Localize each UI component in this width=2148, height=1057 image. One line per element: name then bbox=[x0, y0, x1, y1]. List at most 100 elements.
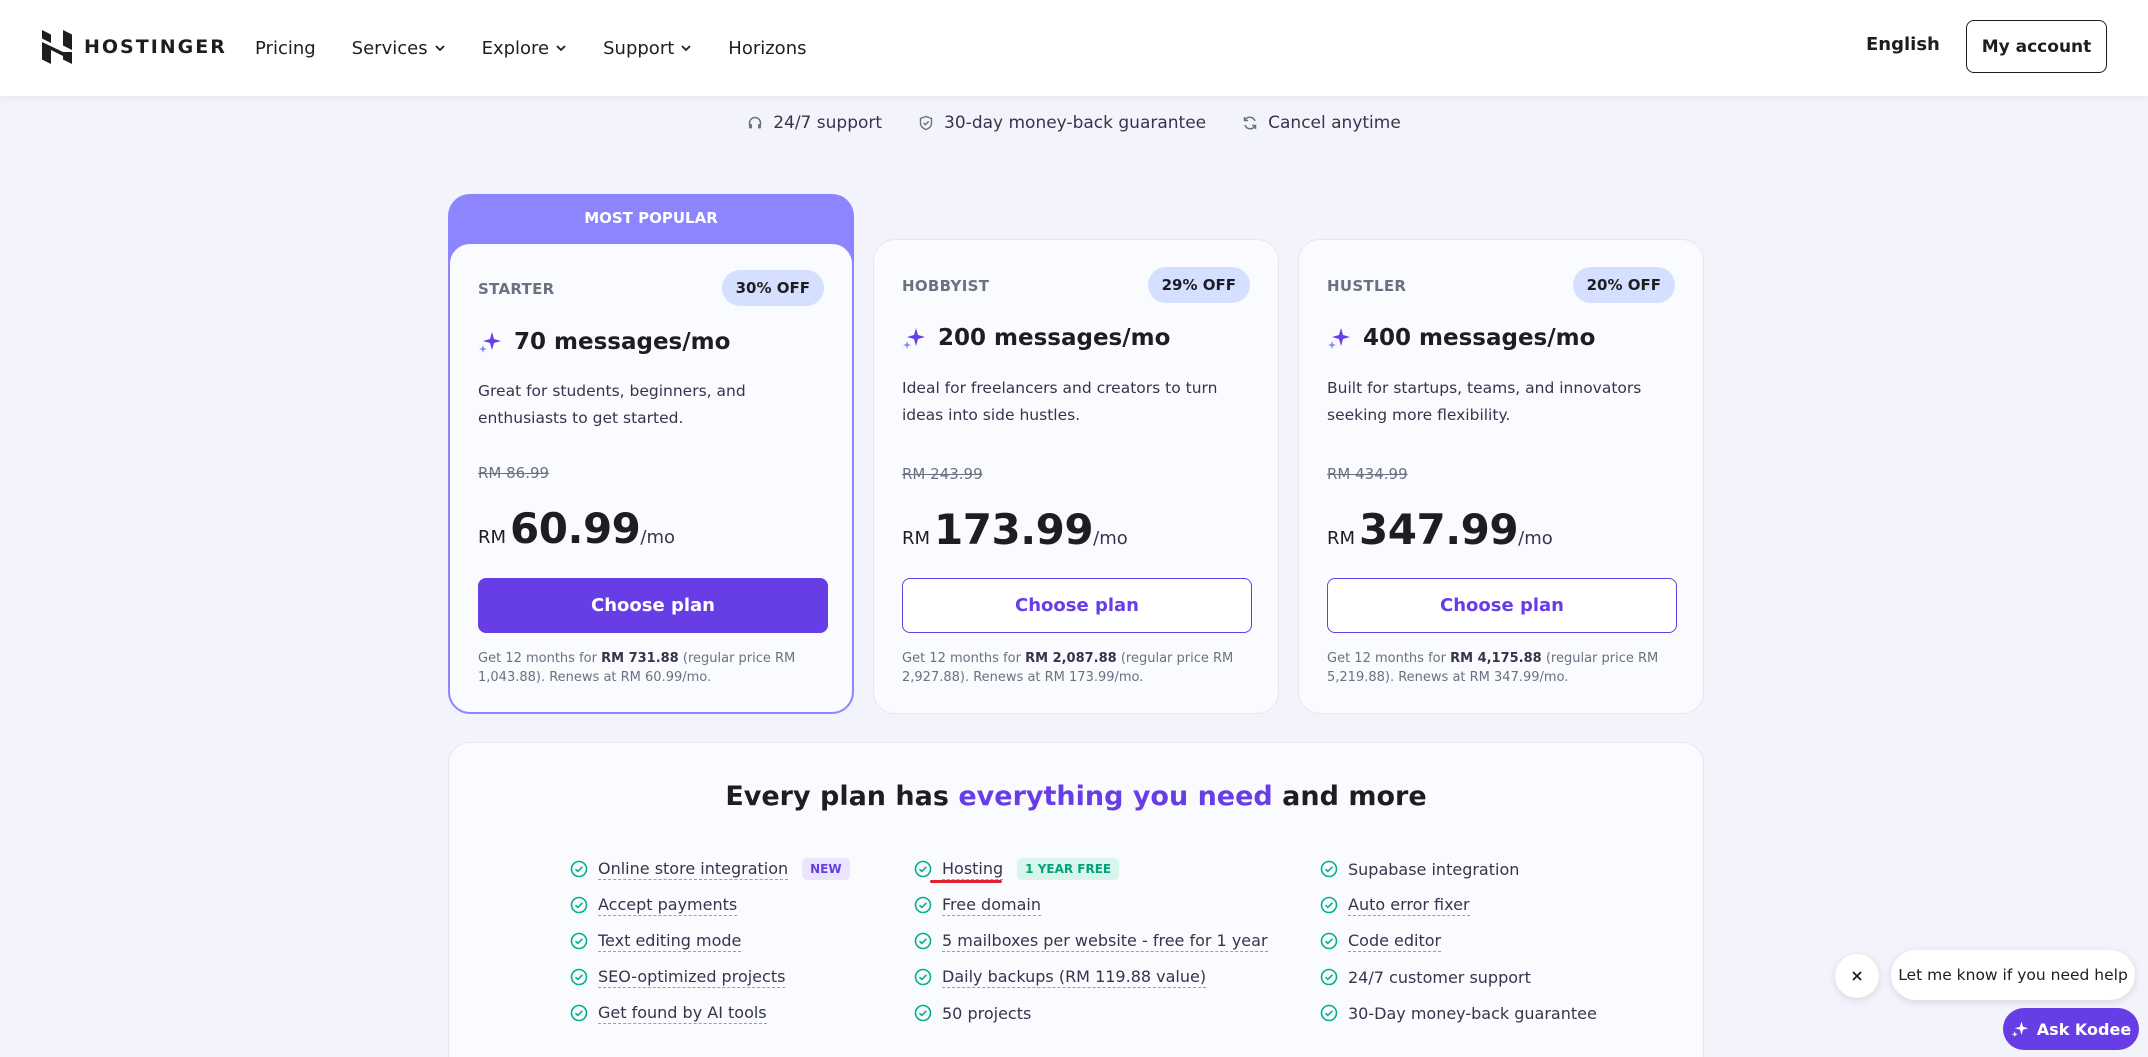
feature-label[interactable]: Auto error fixer bbox=[1348, 895, 1470, 916]
check-circle-icon bbox=[1320, 860, 1338, 878]
hostinger-logo-icon bbox=[42, 30, 72, 64]
feature-label[interactable]: Daily backups (RM 119.88 value) bbox=[942, 967, 1207, 988]
choose-plan-button[interactable]: Choose plan bbox=[902, 578, 1252, 633]
fine-print-total: RM 2,087.88 bbox=[1025, 651, 1117, 666]
price-period: /mo bbox=[1518, 528, 1553, 549]
features-column-1: Online store integration NEW Accept payme… bbox=[570, 851, 850, 1031]
chevron-down-icon bbox=[556, 45, 566, 52]
guarantee-money-back: 30-day money-back guarantee bbox=[918, 113, 1206, 133]
sparkle-icon bbox=[2011, 1021, 2029, 1038]
nav-horizons[interactable]: Horizons bbox=[728, 38, 806, 59]
feature-item: Text editing mode bbox=[570, 923, 850, 959]
feature-item: SEO-optimized projects bbox=[570, 959, 850, 995]
price-period: /mo bbox=[640, 527, 676, 548]
check-circle-icon bbox=[1320, 968, 1338, 986]
my-account-button[interactable]: My account bbox=[1966, 20, 2107, 73]
feature-item: 24/7 customer support bbox=[1320, 959, 1597, 995]
check-circle-icon bbox=[570, 896, 588, 914]
main-nav: Pricing Services Explore Support Horizon… bbox=[255, 0, 842, 96]
feature-label: 30-Day money-back guarantee bbox=[1348, 1003, 1597, 1023]
feature-item: Supabase integration bbox=[1320, 851, 1597, 887]
shield-check-icon bbox=[919, 115, 933, 131]
check-circle-icon bbox=[1320, 932, 1338, 950]
plan-description: Built for startups, teams, and innovator… bbox=[1327, 379, 1642, 424]
price-row: RM 60.99 /mo bbox=[478, 504, 675, 553]
feature-item: Code editor bbox=[1320, 923, 1597, 959]
check-circle-icon bbox=[570, 1004, 588, 1022]
choose-plan-button[interactable]: Choose plan bbox=[478, 578, 828, 633]
feature-label[interactable]: Text editing mode bbox=[598, 931, 742, 952]
plan-fine-print: Get 12 months for RM 4,175.88 (regular p… bbox=[1327, 649, 1677, 687]
ask-kodee-label: Ask Kodee bbox=[2036, 1019, 2132, 1039]
plan-fine-print: Get 12 months for RM 731.88 (regular pri… bbox=[478, 649, 828, 687]
discount-badge: 20% OFF bbox=[1572, 267, 1675, 303]
free-badge: 1 YEAR FREE bbox=[1017, 858, 1120, 880]
plan-description: Great for students, beginners, and enthu… bbox=[478, 382, 746, 427]
close-icon bbox=[1852, 971, 1862, 981]
hosting-red-underline bbox=[930, 880, 1002, 883]
feature-label[interactable]: Free domain bbox=[942, 895, 1041, 916]
guarantee-cancel-label: Cancel anytime bbox=[1268, 113, 1401, 133]
feature-item: Free domain bbox=[914, 887, 1268, 923]
plan-name: HOBBYIST bbox=[902, 277, 990, 295]
features-column-3: Supabase integration Auto error fixer Co… bbox=[1320, 851, 1597, 1031]
check-circle-icon bbox=[1320, 1004, 1338, 1022]
chevron-down-icon bbox=[681, 45, 691, 52]
check-circle-icon bbox=[570, 860, 588, 878]
price-value: 60.99 bbox=[510, 504, 641, 553]
nav-pricing[interactable]: Pricing bbox=[255, 38, 316, 59]
features-section: Every plan has everything you need and m… bbox=[448, 742, 1704, 1057]
plan-fine-print: Get 12 months for RM 2,087.88 (regular p… bbox=[902, 649, 1252, 687]
close-chat-button[interactable] bbox=[1835, 954, 1879, 998]
nav-support[interactable]: Support bbox=[603, 38, 692, 59]
headset-icon bbox=[748, 116, 762, 129]
guarantee-support-label: 24/7 support bbox=[773, 113, 883, 133]
feature-label[interactable]: Online store integration bbox=[598, 859, 789, 880]
plan-messages-label: 400 messages/mo bbox=[1363, 325, 1596, 351]
nav-services-label: Services bbox=[351, 37, 428, 59]
plan-name: STARTER bbox=[478, 280, 555, 298]
guarantee-money-back-label: 30-day money-back guarantee bbox=[944, 113, 1207, 133]
features-column-2: Hosting 1 YEAR FREE Free domain 5 mailbox… bbox=[914, 851, 1268, 1031]
nav-services[interactable]: Services bbox=[352, 38, 446, 59]
check-circle-icon bbox=[914, 1004, 932, 1022]
price-row: RM 347.99 /mo bbox=[1327, 505, 1553, 554]
site-header: HOSTINGER Pricing Services Explore Suppo… bbox=[0, 0, 2148, 96]
language-selector[interactable]: English bbox=[1866, 34, 1940, 55]
check-circle-icon bbox=[570, 968, 588, 986]
old-price: RM 86.99 bbox=[478, 464, 550, 482]
discount-badge: 29% OFF bbox=[1147, 267, 1250, 303]
nav-horizons-label: Horizons bbox=[728, 37, 807, 59]
chevron-down-icon bbox=[434, 45, 445, 52]
hostinger-logo[interactable]: HOSTINGER bbox=[42, 30, 227, 64]
check-circle-icon bbox=[914, 860, 932, 878]
sparkle-icon bbox=[903, 328, 925, 349]
check-circle-icon bbox=[914, 932, 932, 950]
guarantee-cancel: Cancel anytime bbox=[1242, 113, 1401, 133]
features-title-pre: Every plan has bbox=[725, 781, 959, 812]
plan-card-hobbyist: HOBBYIST 29% OFF 200 messages/mo Ideal f… bbox=[873, 239, 1279, 714]
nav-explore[interactable]: Explore bbox=[482, 38, 568, 59]
ask-kodee-button[interactable]: Ask Kodee bbox=[2003, 1008, 2139, 1050]
fine-print-pre: Get 12 months for bbox=[902, 651, 1026, 666]
plan-messages-label: 200 messages/mo bbox=[938, 325, 1171, 351]
chat-prompt-bubble[interactable]: Let me know if you need help bbox=[1891, 950, 2135, 1000]
guarantee-strip: 24/7 support 30-day money-back guarantee… bbox=[0, 113, 2148, 133]
fine-print-pre: Get 12 months for bbox=[478, 651, 602, 666]
feature-item: Online store integration NEW bbox=[570, 851, 850, 887]
feature-label: 24/7 customer support bbox=[1348, 967, 1531, 987]
feature-label[interactable]: Hosting bbox=[942, 859, 1004, 880]
feature-label[interactable]: Get found by AI tools bbox=[598, 1003, 767, 1024]
feature-label[interactable]: Accept payments bbox=[598, 895, 738, 916]
check-circle-icon bbox=[914, 968, 932, 986]
feature-label[interactable]: Code editor bbox=[1348, 931, 1442, 952]
old-price: RM 434.99 bbox=[1327, 465, 1408, 483]
feature-label[interactable]: 5 mailboxes per website - free for 1 yea… bbox=[942, 931, 1268, 952]
feature-item: Auto error fixer bbox=[1320, 887, 1597, 923]
feature-label: Supabase integration bbox=[1348, 859, 1520, 879]
choose-plan-button[interactable]: Choose plan bbox=[1327, 578, 1677, 633]
fine-print-total: RM 4,175.88 bbox=[1450, 651, 1542, 666]
plan-description: Ideal for freelancers and creators to tu… bbox=[902, 379, 1218, 424]
plan-name: HUSTLER bbox=[1327, 277, 1407, 295]
feature-label[interactable]: SEO-optimized projects bbox=[598, 967, 786, 988]
